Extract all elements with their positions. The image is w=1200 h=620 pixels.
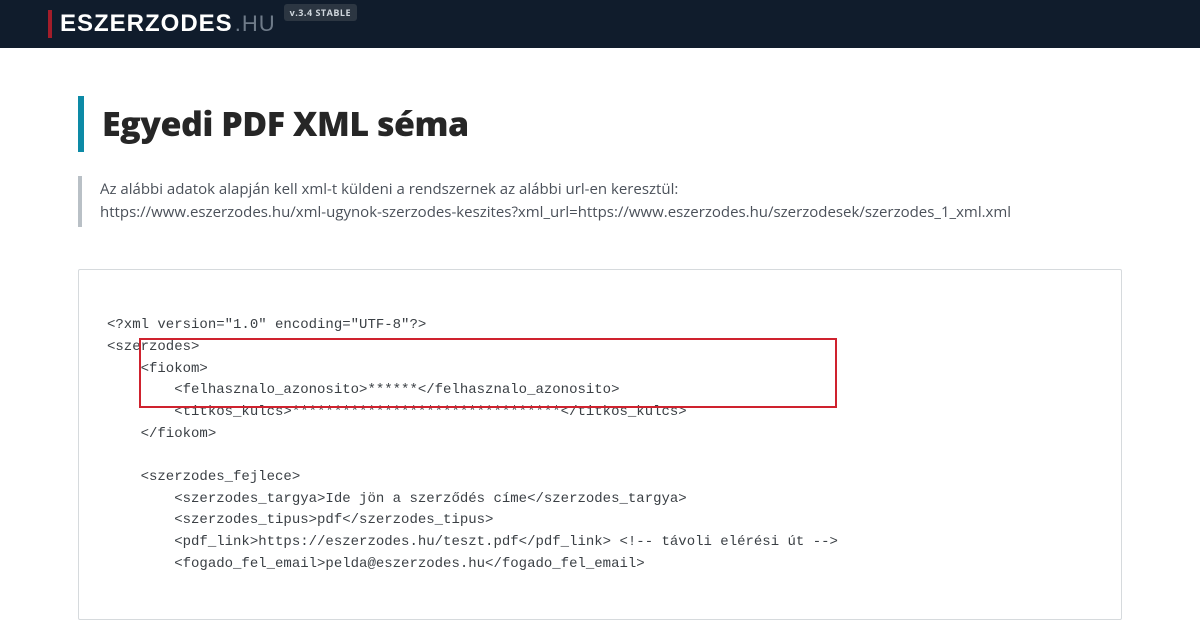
code-line: <szerzodes> [107,339,199,355]
code-line: </fiokom> [107,426,216,442]
brand-logo[interactable]: ESZERZODES .HU [60,10,276,38]
code-line: <szerzodes_tipus>pdf</szerzodes_tipus> [107,512,493,528]
xml-code-panel: <?xml version="1.0" encoding="UTF-8"?> <… [78,269,1122,620]
code-line: <felhasznalo_azonosito>******</felhaszna… [107,382,619,398]
code-line: <pdf_link>https://eszerzodes.hu/teszt.pd… [107,534,838,550]
intro-line-1: Az alábbi adatok alapján kell xml-t küld… [100,178,1122,201]
page-content: Egyedi PDF XML séma Az alábbi adatok ala… [0,48,1200,620]
version-badge: v.3.4 STABLE [284,4,357,21]
brand-main-text: ESZERZODES [60,10,233,38]
intro-line-2: https://www.eszerzodes.hu/xml-ugynok-sze… [100,201,1122,224]
xml-code-block: <?xml version="1.0" encoding="UTF-8"?> <… [107,294,1093,619]
code-line: <szerzodes_fejlece> [107,469,300,485]
page-title: Egyedi PDF XML séma [102,100,1122,146]
top-navbar: ESZERZODES .HU v.3.4 STABLE [0,0,1200,48]
code-line: <fiokom> [107,361,208,377]
code-line: <fogado_fel_email>pelda@eszerzodes.hu</f… [107,556,645,572]
code-line: <?xml version="1.0" encoding="UTF-8"?> [107,317,426,333]
brand-suffix-text: .HU [235,11,276,37]
intro-block: Az alábbi adatok alapján kell xml-t küld… [78,176,1122,227]
page-title-block: Egyedi PDF XML séma [78,96,1122,152]
code-line: <titkos_kulcs>**************************… [107,404,687,420]
code-line: <szerzodes_targya>Ide jön a szerződés cí… [107,491,687,507]
